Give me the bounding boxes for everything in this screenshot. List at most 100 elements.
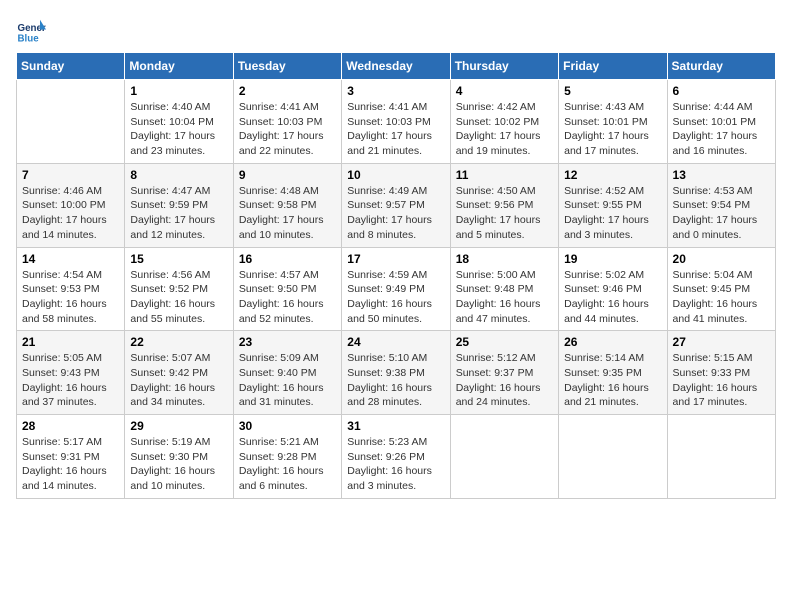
- calendar-cell: 24 Sunrise: 5:10 AM Sunset: 9:38 PM Dayli…: [342, 331, 450, 415]
- calendar-cell: [450, 415, 558, 499]
- day-info: Sunrise: 5:15 AM Sunset: 9:33 PM Dayligh…: [673, 351, 770, 410]
- svg-text:Blue: Blue: [18, 34, 40, 45]
- page-header: General Blue: [16, 16, 776, 46]
- calendar-cell: 4 Sunrise: 4:42 AM Sunset: 10:02 PM Dayli…: [450, 80, 558, 164]
- day-number: 4: [456, 84, 553, 98]
- day-number: 30: [239, 419, 336, 433]
- day-number: 10: [347, 168, 444, 182]
- calendar-cell: 17 Sunrise: 4:59 AM Sunset: 9:49 PM Dayli…: [342, 247, 450, 331]
- day-number: 25: [456, 335, 553, 349]
- calendar-table: SundayMondayTuesdayWednesdayThursdayFrid…: [16, 52, 776, 499]
- calendar-cell: 16 Sunrise: 4:57 AM Sunset: 9:50 PM Dayli…: [233, 247, 341, 331]
- day-number: 2: [239, 84, 336, 98]
- calendar-cell: [559, 415, 667, 499]
- day-info: Sunrise: 4:40 AM Sunset: 10:04 PM Daylig…: [130, 100, 227, 159]
- day-info: Sunrise: 5:00 AM Sunset: 9:48 PM Dayligh…: [456, 268, 553, 327]
- day-number: 11: [456, 168, 553, 182]
- day-info: Sunrise: 5:05 AM Sunset: 9:43 PM Dayligh…: [22, 351, 119, 410]
- calendar-week-row: 21 Sunrise: 5:05 AM Sunset: 9:43 PM Dayli…: [17, 331, 776, 415]
- calendar-cell: 11 Sunrise: 4:50 AM Sunset: 9:56 PM Dayli…: [450, 163, 558, 247]
- day-info: Sunrise: 5:10 AM Sunset: 9:38 PM Dayligh…: [347, 351, 444, 410]
- day-info: Sunrise: 5:23 AM Sunset: 9:26 PM Dayligh…: [347, 435, 444, 494]
- day-number: 26: [564, 335, 661, 349]
- day-number: 17: [347, 252, 444, 266]
- calendar-week-row: 14Sunrise: 4:54 AM Sunset: 9:53 PM Dayli…: [17, 247, 776, 331]
- day-number: 12: [564, 168, 661, 182]
- day-number: 22: [130, 335, 227, 349]
- day-number: 24: [347, 335, 444, 349]
- calendar-cell: 9Sunrise: 4:48 AM Sunset: 9:58 PM Daylig…: [233, 163, 341, 247]
- day-number: 1: [130, 84, 227, 98]
- calendar-cell: 6 Sunrise: 4:44 AM Sunset: 10:01 PM Dayli…: [667, 80, 775, 164]
- header-sunday: Sunday: [17, 53, 125, 80]
- day-info: Sunrise: 5:02 AM Sunset: 9:46 PM Dayligh…: [564, 268, 661, 327]
- day-info: Sunrise: 4:59 AM Sunset: 9:49 PM Dayligh…: [347, 268, 444, 327]
- calendar-cell: 27 Sunrise: 5:15 AM Sunset: 9:33 PM Dayli…: [667, 331, 775, 415]
- day-number: 27: [673, 335, 770, 349]
- day-number: 3: [347, 84, 444, 98]
- day-info: Sunrise: 4:41 AM Sunset: 10:03 PM Daylig…: [347, 100, 444, 159]
- calendar-cell: 23 Sunrise: 5:09 AM Sunset: 9:40 PM Dayli…: [233, 331, 341, 415]
- calendar-week-row: 7Sunrise: 4:46 AM Sunset: 10:00 PM Dayli…: [17, 163, 776, 247]
- day-number: 19: [564, 252, 661, 266]
- header-friday: Friday: [559, 53, 667, 80]
- calendar-cell: [667, 415, 775, 499]
- calendar-cell: 28 Sunrise: 5:17 AM Sunset: 9:31 PM Dayli…: [17, 415, 125, 499]
- logo: General Blue: [16, 16, 52, 46]
- calendar-cell: 31 Sunrise: 5:23 AM Sunset: 9:26 PM Dayli…: [342, 415, 450, 499]
- day-info: Sunrise: 5:09 AM Sunset: 9:40 PM Dayligh…: [239, 351, 336, 410]
- day-number: 23: [239, 335, 336, 349]
- day-number: 8: [130, 168, 227, 182]
- calendar-week-row: 1 Sunrise: 4:40 AM Sunset: 10:04 PM Dayli…: [17, 80, 776, 164]
- header-thursday: Thursday: [450, 53, 558, 80]
- calendar-cell: 13 Sunrise: 4:53 AM Sunset: 9:54 PM Dayli…: [667, 163, 775, 247]
- day-info: Sunrise: 4:42 AM Sunset: 10:02 PM Daylig…: [456, 100, 553, 159]
- calendar-cell: 12Sunrise: 4:52 AM Sunset: 9:55 PM Dayli…: [559, 163, 667, 247]
- calendar-cell: 19 Sunrise: 5:02 AM Sunset: 9:46 PM Dayli…: [559, 247, 667, 331]
- day-number: 7: [22, 168, 119, 182]
- calendar-header-row: SundayMondayTuesdayWednesdayThursdayFrid…: [17, 53, 776, 80]
- day-info: Sunrise: 4:43 AM Sunset: 10:01 PM Daylig…: [564, 100, 661, 159]
- calendar-cell: 5 Sunrise: 4:43 AM Sunset: 10:01 PM Dayli…: [559, 80, 667, 164]
- calendar-cell: 10 Sunrise: 4:49 AM Sunset: 9:57 PM Dayli…: [342, 163, 450, 247]
- day-info: Sunrise: 4:57 AM Sunset: 9:50 PM Dayligh…: [239, 268, 336, 327]
- day-info: Sunrise: 5:14 AM Sunset: 9:35 PM Dayligh…: [564, 351, 661, 410]
- day-info: Sunrise: 4:50 AM Sunset: 9:56 PM Dayligh…: [456, 184, 553, 243]
- header-wednesday: Wednesday: [342, 53, 450, 80]
- day-info: Sunrise: 5:21 AM Sunset: 9:28 PM Dayligh…: [239, 435, 336, 494]
- day-info: Sunrise: 4:47 AM Sunset: 9:59 PM Dayligh…: [130, 184, 227, 243]
- day-info: Sunrise: 5:12 AM Sunset: 9:37 PM Dayligh…: [456, 351, 553, 410]
- calendar-cell: [17, 80, 125, 164]
- day-number: 28: [22, 419, 119, 433]
- day-info: Sunrise: 5:19 AM Sunset: 9:30 PM Dayligh…: [130, 435, 227, 494]
- day-info: Sunrise: 4:56 AM Sunset: 9:52 PM Dayligh…: [130, 268, 227, 327]
- day-info: Sunrise: 5:17 AM Sunset: 9:31 PM Dayligh…: [22, 435, 119, 494]
- calendar-cell: 7Sunrise: 4:46 AM Sunset: 10:00 PM Dayli…: [17, 163, 125, 247]
- calendar-cell: 29Sunrise: 5:19 AM Sunset: 9:30 PM Dayli…: [125, 415, 233, 499]
- calendar-cell: 21 Sunrise: 5:05 AM Sunset: 9:43 PM Dayli…: [17, 331, 125, 415]
- calendar-cell: 26 Sunrise: 5:14 AM Sunset: 9:35 PM Dayli…: [559, 331, 667, 415]
- logo-icon: General Blue: [16, 16, 46, 46]
- calendar-week-row: 28 Sunrise: 5:17 AM Sunset: 9:31 PM Dayli…: [17, 415, 776, 499]
- day-info: Sunrise: 4:49 AM Sunset: 9:57 PM Dayligh…: [347, 184, 444, 243]
- day-number: 5: [564, 84, 661, 98]
- day-number: 9: [239, 168, 336, 182]
- day-info: Sunrise: 4:44 AM Sunset: 10:01 PM Daylig…: [673, 100, 770, 159]
- day-info: Sunrise: 4:53 AM Sunset: 9:54 PM Dayligh…: [673, 184, 770, 243]
- calendar-cell: 30 Sunrise: 5:21 AM Sunset: 9:28 PM Dayli…: [233, 415, 341, 499]
- day-number: 13: [673, 168, 770, 182]
- header-saturday: Saturday: [667, 53, 775, 80]
- day-number: 20: [673, 252, 770, 266]
- day-number: 21: [22, 335, 119, 349]
- calendar-cell: 22 Sunrise: 5:07 AM Sunset: 9:42 PM Dayli…: [125, 331, 233, 415]
- day-number: 18: [456, 252, 553, 266]
- calendar-cell: 15Sunrise: 4:56 AM Sunset: 9:52 PM Dayli…: [125, 247, 233, 331]
- calendar-cell: 2Sunrise: 4:41 AM Sunset: 10:03 PM Dayli…: [233, 80, 341, 164]
- day-number: 16: [239, 252, 336, 266]
- day-number: 6: [673, 84, 770, 98]
- day-info: Sunrise: 5:07 AM Sunset: 9:42 PM Dayligh…: [130, 351, 227, 410]
- calendar-cell: 20 Sunrise: 5:04 AM Sunset: 9:45 PM Dayli…: [667, 247, 775, 331]
- day-info: Sunrise: 5:04 AM Sunset: 9:45 PM Dayligh…: [673, 268, 770, 327]
- day-number: 31: [347, 419, 444, 433]
- day-info: Sunrise: 4:54 AM Sunset: 9:53 PM Dayligh…: [22, 268, 119, 327]
